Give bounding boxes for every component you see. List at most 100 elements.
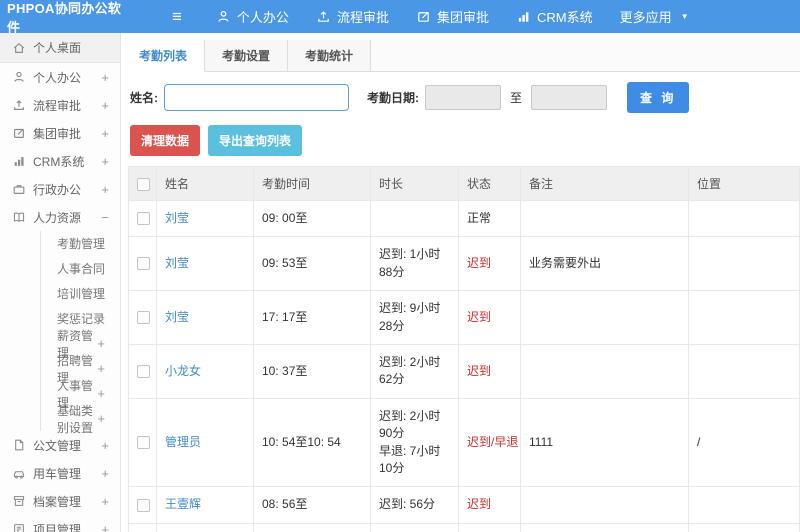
attendance-table: 姓名 考勤时间 时长 状态 备注 位置 刘莹 09: 00至 正常 刘莹 09:… — [128, 166, 800, 532]
name-filter-input[interactable] — [164, 84, 349, 111]
sidebar-item-label: 流程审批 — [33, 98, 82, 113]
project-icon — [12, 522, 26, 532]
person-icon — [12, 70, 26, 84]
sidebar-item-label: 集团审批 — [33, 126, 82, 141]
expand-plus-icon[interactable]: + — [101, 438, 109, 453]
sidebar-item-crm-system[interactable]: CRM系统 + — [0, 147, 120, 175]
col-header-note: 备注 — [520, 166, 689, 201]
note-cell — [520, 486, 689, 524]
clean-data-button[interactable]: 清理数据 — [130, 125, 201, 156]
nav-crm-system[interactable]: CRM系统 — [516, 7, 593, 26]
sidebar-subitem-base-category-settings[interactable]: 基础类别设置 + — [41, 404, 120, 435]
expand-plus-icon[interactable]: + — [101, 70, 109, 85]
status-text: 迟到 — [467, 309, 492, 324]
date-from-input[interactable] — [425, 85, 501, 110]
attendance-time: 10: 54至10: 54 — [253, 397, 371, 488]
chart-icon — [12, 154, 26, 168]
flow-icon — [316, 9, 331, 24]
sidebar-item-label: 个人桌面 — [33, 41, 82, 55]
sidebar: 个人桌面 个人办公 + 流程审批 + 集团审批 + CRM系统 + 行政办公 + — [0, 33, 121, 532]
expand-plus-icon[interactable]: + — [101, 98, 109, 113]
app-logo: PHPOA协同办公软件 — [7, 0, 122, 35]
sidebar-item-label: 档案管理 — [33, 494, 82, 509]
sidebar-item-admin-office[interactable]: 行政办公 + — [0, 175, 120, 203]
tab-attendance-statistics[interactable]: 考勤统计 — [288, 40, 372, 71]
collapse-minus-icon[interactable]: − — [101, 210, 109, 225]
sidebar-subitem-attendance-management[interactable]: 考勤管理 — [41, 231, 120, 256]
sidebar-item-project-management[interactable]: 项目管理 + — [0, 515, 120, 532]
employee-name-link[interactable]: 刘莹 — [165, 310, 189, 324]
note-cell: 业务需要外出 — [520, 236, 689, 292]
tab-attendance-list[interactable]: 考勤列表 — [121, 40, 206, 72]
attendance-time: 08: 56至 — [253, 486, 371, 524]
book-icon — [12, 210, 26, 224]
tab-attendance-settings[interactable]: 考勤设置 — [205, 40, 289, 71]
employee-name-link[interactable]: 管理员 — [165, 435, 201, 449]
expand-plus-icon[interactable]: + — [97, 411, 105, 426]
sidebar-item-group-approval[interactable]: 集团审批 + — [0, 119, 120, 147]
row-checkbox[interactable] — [137, 436, 150, 450]
nav-group-approval[interactable]: 集团审批 — [416, 7, 489, 26]
location-cell: / — [688, 397, 800, 488]
nav-item-label: 流程审批 — [336, 10, 389, 25]
row-checkbox[interactable] — [137, 257, 150, 271]
sidebar-subitem-training-management[interactable]: 培训管理 — [41, 281, 120, 306]
search-button[interactable]: 查 询 — [627, 82, 690, 113]
top-navigation: 个人办公 流程审批 集团审批 CRM系统 更多应用 ▼ — [216, 7, 689, 26]
duration-cell — [370, 199, 459, 238]
sidebar-item-label: 用车管理 — [33, 466, 82, 481]
expand-plus-icon[interactable]: + — [101, 522, 109, 532]
employee-name-link[interactable]: 王壹辉 — [165, 497, 201, 511]
sidebar-subitem-personnel-contract[interactable]: 人事合同 — [41, 256, 120, 281]
duration-cell: 迟到: 5小时33分早退: 4小时67分 — [370, 522, 459, 532]
nav-more-apps[interactable]: 更多应用 ▼ — [620, 7, 689, 26]
expand-plus-icon[interactable]: + — [101, 182, 109, 197]
nav-workflow-approval[interactable]: 流程审批 — [316, 7, 389, 26]
sidebar-item-human-resources[interactable]: 人力资源 − — [0, 203, 120, 231]
duration-cell: 迟到: 2小时62分 — [370, 343, 459, 399]
sidebar-subitem-label: 考勤管理 — [57, 237, 106, 251]
date-filter-label: 考勤日期: — [367, 91, 419, 105]
expand-plus-icon[interactable]: + — [101, 494, 109, 509]
table-row: 刘莹 09: 00至 正常 — [128, 199, 800, 238]
sidebar-item-vehicle-management[interactable]: 用车管理 + — [0, 459, 120, 487]
nav-personal-office[interactable]: 个人办公 — [216, 7, 289, 26]
row-checkbox[interactable] — [137, 364, 150, 378]
expand-plus-icon[interactable]: + — [101, 466, 109, 481]
export-list-button[interactable]: 导出查询列表 — [208, 125, 303, 156]
sidebar-item-personal-office[interactable]: 个人办公 + — [0, 63, 120, 91]
table-row: 刘莹 09: 53至 迟到: 1小时88分 迟到 业务需要外出 — [128, 236, 800, 292]
document-icon — [12, 438, 26, 452]
sidebar-item-label: 个人办公 — [33, 70, 82, 85]
sidebar-item-label: 行政办公 — [33, 182, 82, 197]
sidebar-item-archive-management[interactable]: 档案管理 + — [0, 487, 120, 515]
expand-plus-icon[interactable]: + — [101, 154, 109, 169]
expand-plus-icon[interactable]: + — [97, 386, 105, 401]
date-to-input[interactable] — [531, 85, 608, 110]
expand-plus-icon[interactable]: + — [97, 336, 105, 351]
employee-name-link[interactable]: 刘莹 — [165, 256, 189, 270]
row-checkbox[interactable] — [137, 311, 150, 325]
col-header-status: 状态 — [458, 166, 521, 201]
row-checkbox[interactable] — [137, 212, 150, 226]
sidebar-item-workflow-approval[interactable]: 流程审批 + — [0, 91, 120, 119]
archive-icon — [12, 494, 26, 508]
attendance-table-container: 姓名 考勤时间 时长 状态 备注 位置 刘莹 09: 00至 正常 刘莹 09:… — [121, 166, 800, 532]
sidebar-subitem-label: 培训管理 — [57, 287, 106, 301]
select-all-checkbox[interactable] — [137, 177, 150, 191]
expand-plus-icon[interactable]: + — [97, 361, 105, 376]
employee-name-link[interactable]: 小龙女 — [165, 364, 201, 378]
employee-name-link[interactable]: 刘莹 — [165, 211, 189, 225]
col-header-location: 位置 — [688, 166, 800, 201]
tab-bar: 考勤列表 考勤设置 考勤统计 — [121, 40, 800, 72]
row-checkbox[interactable] — [137, 498, 150, 512]
nav-item-label: CRM系统 — [536, 10, 593, 25]
duration-cell: 迟到: 1小时88分 — [370, 236, 459, 292]
hamburger-menu-icon[interactable]: ≡ — [168, 8, 186, 25]
status-text: 迟到 — [467, 497, 492, 512]
note-cell — [520, 290, 689, 345]
location-cell — [688, 486, 800, 524]
expand-plus-icon[interactable]: + — [101, 126, 109, 141]
sidebar-item-personal-desktop[interactable]: 个人桌面 — [0, 33, 120, 63]
nav-item-label: 集团审批 — [436, 10, 489, 25]
